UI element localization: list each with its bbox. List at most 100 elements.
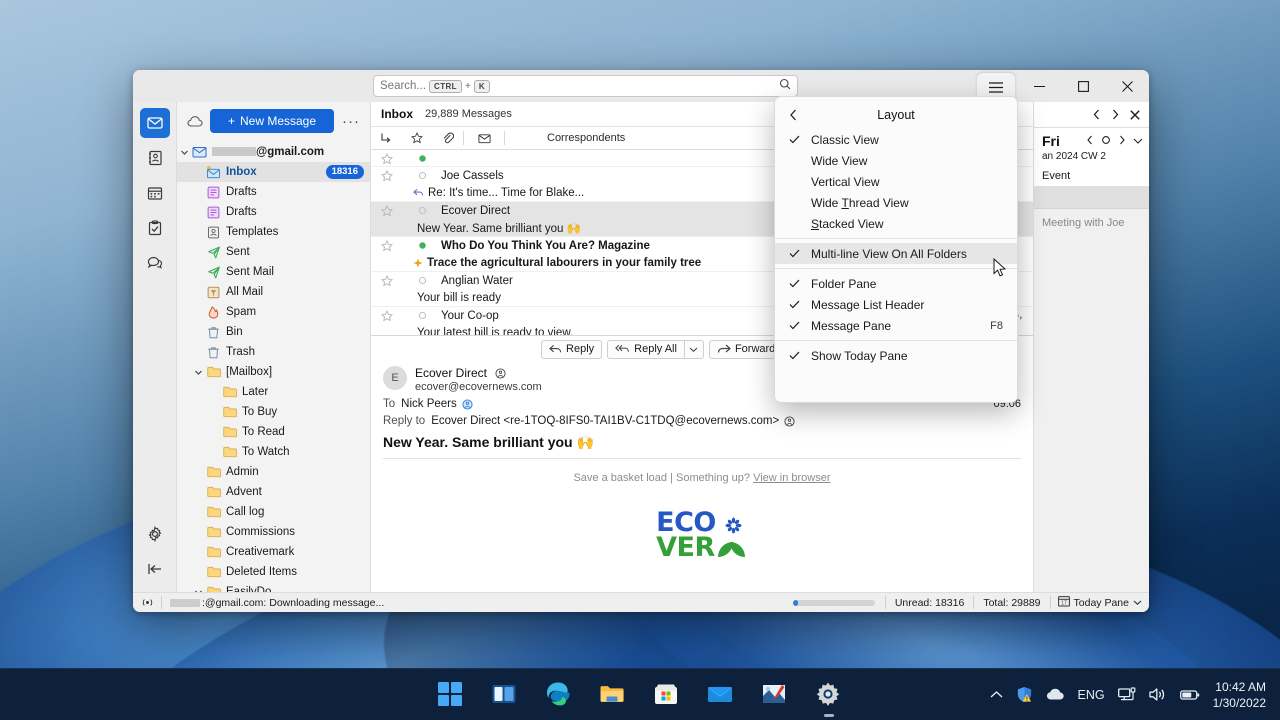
rail-collapse-button[interactable] [140, 554, 170, 584]
star-icon[interactable] [371, 202, 403, 217]
calendar-today-icon[interactable] [1101, 132, 1111, 150]
star-icon[interactable] [371, 307, 403, 322]
taskbar-start-button[interactable] [437, 681, 465, 709]
cloud-icon[interactable] [187, 115, 204, 128]
taskbar-mail[interactable] [707, 681, 735, 709]
read-dot-icon[interactable] [403, 171, 441, 180]
star-icon[interactable] [371, 237, 403, 252]
tray-language[interactable]: ENG [1078, 688, 1105, 702]
folder-item-sent-mail[interactable]: Sent Mail [177, 262, 370, 282]
taskbar-task-view[interactable] [491, 681, 519, 709]
folder-item-templates[interactable]: Templates [177, 222, 370, 242]
calendar-next-icon[interactable] [1118, 132, 1126, 150]
read-dot-icon[interactable] [403, 206, 441, 215]
tray-volume-icon[interactable] [1148, 687, 1167, 702]
taskbar-edge[interactable] [545, 681, 573, 709]
folder-item-trash[interactable]: Trash [177, 342, 370, 362]
unread-dot-icon[interactable] [403, 154, 441, 163]
folder-item-drafts[interactable]: Drafts [177, 202, 370, 222]
menu-item-wide-view[interactable]: Wide View [775, 150, 1017, 171]
folder-item-easilydo[interactable]: EasilyDo [177, 582, 370, 592]
today-pane-close-icon[interactable] [1130, 109, 1140, 120]
column-unread[interactable] [464, 127, 504, 149]
folder-item-mailbox[interactable]: [Mailbox] [177, 362, 370, 382]
folder-item-all-mail[interactable]: All Mail [177, 282, 370, 302]
sender-info-icon[interactable] [495, 367, 506, 379]
menu-item-stacked-view[interactable]: Stacked View [775, 213, 1017, 234]
folder-item-call-log[interactable]: Call log [177, 502, 370, 522]
star-icon[interactable] [371, 150, 403, 165]
rail-item-chat[interactable] [140, 248, 170, 278]
folder-item-to-buy[interactable]: To Buy [177, 402, 370, 422]
rail-item-settings[interactable] [140, 519, 170, 549]
taskbar-file-explorer[interactable] [599, 681, 627, 709]
taskbar-settings[interactable] [815, 681, 843, 717]
menu-back-icon[interactable] [789, 109, 798, 121]
folder-item-inbox[interactable]: Inbox 18316 [177, 162, 370, 182]
folder-item-commissions[interactable]: Commissions [177, 522, 370, 542]
taskbar-clock[interactable]: 10:42 AM 1/30/2022 [1213, 679, 1272, 711]
folder-item-to-watch[interactable]: To Watch [177, 442, 370, 462]
taskbar-thunderbird[interactable] [761, 681, 789, 709]
previous-icon[interactable] [1092, 109, 1101, 120]
today-event-item[interactable]: Meeting with Joe [1034, 209, 1149, 229]
folder-item-drafts[interactable]: Drafts [177, 182, 370, 202]
rail-item-calendar[interactable] [140, 178, 170, 208]
maximize-button[interactable] [1061, 70, 1105, 102]
menu-item-vertical-view[interactable]: Vertical View [775, 171, 1017, 192]
folder-item-advent[interactable]: Advent [177, 482, 370, 502]
folder-account-row[interactable]: @gmail.com [177, 142, 370, 162]
tray-battery-icon[interactable] [1179, 689, 1200, 701]
menu-item-wide-thread-view[interactable]: Wide Thread View [775, 192, 1017, 213]
folder-item-to-read[interactable]: To Read [177, 422, 370, 442]
tray-onedrive-icon[interactable] [1046, 688, 1065, 701]
folder-item-sent[interactable]: Sent [177, 242, 370, 262]
today-pane-toggle[interactable]: 17 Today Pane [1051, 595, 1149, 610]
folder-item-spam[interactable]: Spam [177, 302, 370, 322]
unread-dot-icon[interactable] [403, 241, 441, 250]
calendar-prev-icon[interactable] [1086, 132, 1094, 150]
minimize-button[interactable] [1017, 70, 1061, 102]
read-dot-icon[interactable] [403, 311, 441, 320]
column-star[interactable] [401, 127, 433, 149]
view-in-browser-link[interactable]: View in browser [753, 472, 830, 484]
star-icon[interactable] [371, 167, 403, 182]
star-icon[interactable] [371, 272, 403, 287]
reply-button[interactable]: Reply [541, 339, 603, 359]
rail-item-address-book[interactable] [140, 143, 170, 173]
recipient-info-icon[interactable] [462, 398, 473, 410]
chevron-down-icon[interactable] [177, 148, 191, 157]
menu-item-message-pane[interactable]: Message Pane F8 [775, 315, 1017, 336]
menu-item-classic-view[interactable]: Classic View [775, 129, 1017, 150]
close-button[interactable] [1105, 70, 1149, 102]
folder-item-creativemark[interactable]: Creativemark [177, 542, 370, 562]
folder-item-deleted-items[interactable]: Deleted Items [177, 562, 370, 582]
menu-item-message-list-header[interactable]: Message List Header [775, 294, 1017, 315]
tray-network-icon[interactable] [1117, 687, 1136, 702]
to-value[interactable]: Nick Peers [401, 398, 457, 410]
column-thread[interactable] [371, 127, 401, 149]
reply-all-button[interactable]: Reply All [607, 339, 684, 359]
chevron-down-icon[interactable] [191, 368, 205, 377]
new-message-button[interactable]: + New Message [210, 109, 334, 133]
reply-to-info-icon[interactable] [784, 415, 795, 427]
folder-item-admin[interactable]: Admin [177, 462, 370, 482]
tray-expand-icon[interactable] [990, 690, 1003, 699]
folder-item-bin[interactable]: Bin [177, 322, 370, 342]
menu-item-folder-pane[interactable]: Folder Pane [775, 273, 1017, 294]
search-input[interactable]: Search... CTRL + K [373, 75, 798, 97]
column-attachment[interactable] [433, 127, 463, 149]
tray-security-icon[interactable] [1016, 686, 1033, 703]
calendar-expand-icon[interactable] [1133, 132, 1143, 150]
reply-to-value[interactable]: Ecover Direct <re-1TOQ-8IFS0-TAI1BV-C1TD… [431, 415, 779, 427]
menu-item-multi-line-view-on-all-folders[interactable]: Multi-line View On All Folders [775, 243, 1017, 264]
taskbar-microsoft-store[interactable] [653, 681, 681, 709]
read-dot-icon[interactable] [403, 276, 441, 285]
folder-pane-more-button[interactable]: ··· [340, 113, 362, 130]
menu-item-show-today-pane[interactable]: Show Today Pane [775, 345, 1017, 366]
folder-item-later[interactable]: Later [177, 382, 370, 402]
next-icon[interactable] [1111, 109, 1120, 120]
reply-all-dropdown[interactable] [683, 339, 704, 359]
rail-item-mail[interactable] [139, 108, 170, 138]
rail-item-tasks[interactable] [140, 213, 170, 243]
